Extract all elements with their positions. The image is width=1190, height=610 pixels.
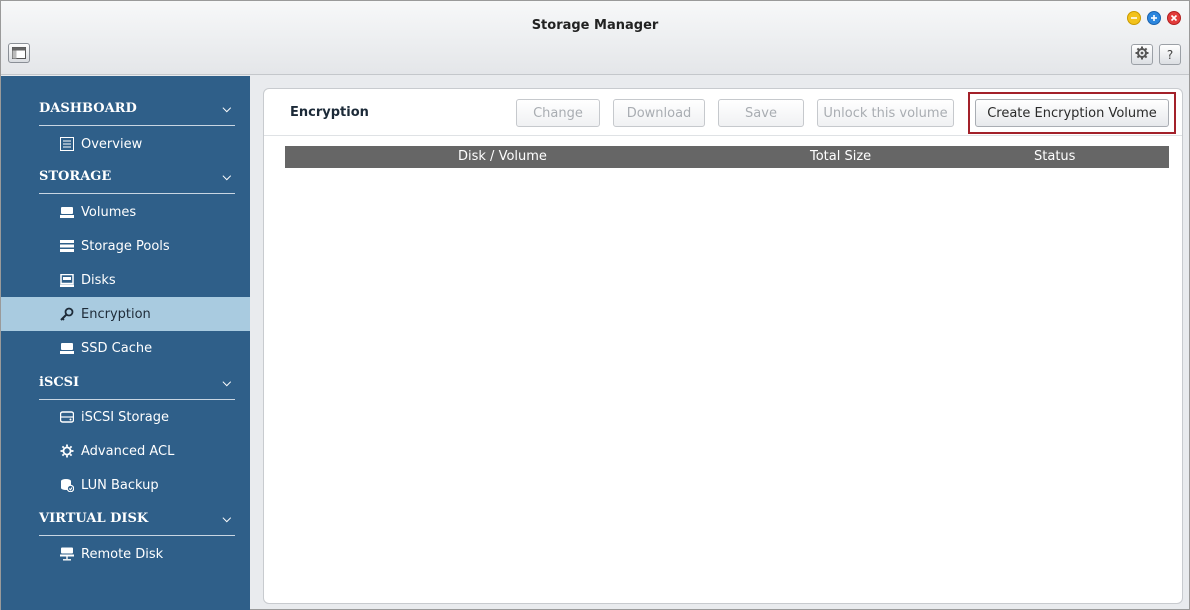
window-title: Storage Manager: [531, 18, 659, 33]
window-controls: [1127, 11, 1181, 25]
panel-header: Encryption Change Download Save Unlock t…: [264, 89, 1182, 136]
gear-icon: [1135, 46, 1149, 63]
section-storage[interactable]: STORAGE ⌵: [39, 160, 235, 194]
sidebar-item-label: Disks: [81, 272, 116, 288]
settings-button[interactable]: [1131, 44, 1153, 65]
panel-toggle-icon[interactable]: [8, 43, 30, 63]
section-iscsi[interactable]: iSCSI ⌵: [39, 366, 235, 400]
backup-icon: [59, 477, 75, 493]
iscsi-icon: [59, 409, 75, 425]
sidebar-item-label: Overview: [81, 136, 143, 152]
section-title: STORAGE: [39, 169, 112, 184]
sidebar-item-label: iSCSI Storage: [81, 409, 170, 425]
sidebar-item-storage-pools[interactable]: Storage Pools: [1, 229, 250, 263]
chevron-down-icon[interactable]: ⌵: [223, 376, 235, 390]
maximize-icon[interactable]: [1147, 11, 1161, 25]
remote-disk-icon: [59, 546, 75, 562]
sidebar-item-advanced-acl[interactable]: Advanced ACL: [1, 434, 250, 468]
sidebar-item-volumes[interactable]: Volumes: [1, 195, 250, 229]
sidebar: DASHBOARD ⌵ Overview STORAGE ⌵ Volumes S…: [1, 76, 250, 610]
unlock-volume-button[interactable]: Unlock this volume: [817, 99, 954, 127]
sidebar-item-label: SSD Cache: [81, 340, 153, 356]
sidebar-item-label: Volumes: [81, 204, 137, 220]
sidebar-item-encryption[interactable]: Encryption: [1, 297, 250, 331]
sidebar-item-remote-disk[interactable]: Remote Disk: [1, 537, 250, 571]
table-header: Disk / Volume Total Size Status: [285, 146, 1169, 168]
column-header-total-size[interactable]: Total Size: [810, 149, 871, 164]
gear-icon: [59, 443, 75, 459]
create-encryption-volume-button[interactable]: Create Encryption Volume: [975, 99, 1169, 127]
sidebar-item-disks[interactable]: Disks: [1, 263, 250, 297]
key-icon: [59, 306, 75, 322]
list-icon: [59, 136, 75, 152]
disk-icon: [59, 272, 75, 288]
sidebar-item-label: Remote Disk: [81, 546, 164, 562]
storage-manager-window: Storage Manager ? DASHBOARD ⌵ Overview S…: [0, 0, 1190, 610]
encryption-panel: Encryption Change Download Save Unlock t…: [263, 88, 1183, 604]
sidebar-item-iscsi-storage[interactable]: iSCSI Storage: [1, 400, 250, 434]
ssd-icon: [59, 340, 75, 356]
minimize-icon[interactable]: [1127, 11, 1141, 25]
section-dashboard[interactable]: DASHBOARD ⌵: [39, 92, 235, 126]
chevron-down-icon[interactable]: ⌵: [223, 170, 235, 184]
volume-icon: [59, 204, 75, 220]
sidebar-item-ssd-cache[interactable]: SSD Cache: [1, 331, 250, 365]
chevron-down-icon[interactable]: ⌵: [223, 512, 235, 526]
page-title: Encryption: [290, 105, 369, 120]
help-button[interactable]: ?: [1159, 44, 1181, 65]
column-header-status[interactable]: Status: [1034, 149, 1075, 164]
sidebar-item-label: Storage Pools: [81, 238, 170, 254]
section-title: VIRTUAL DISK: [39, 511, 149, 526]
save-button[interactable]: Save: [718, 99, 804, 127]
sidebar-item-overview[interactable]: Overview: [1, 127, 250, 161]
toolbar-buttons: ?: [1131, 44, 1181, 65]
pools-icon: [59, 238, 75, 254]
chevron-down-icon[interactable]: ⌵: [223, 102, 235, 116]
change-button[interactable]: Change: [516, 99, 600, 127]
title-bar: Storage Manager ?: [1, 1, 1189, 75]
close-icon[interactable]: [1167, 11, 1181, 25]
sidebar-item-lun-backup[interactable]: LUN Backup: [1, 468, 250, 502]
column-header-disk-volume[interactable]: Disk / Volume: [458, 149, 547, 164]
section-title: iSCSI: [39, 375, 80, 390]
sidebar-item-label: LUN Backup: [81, 477, 159, 493]
download-button[interactable]: Download: [613, 99, 705, 127]
sidebar-item-label: Encryption: [81, 306, 151, 322]
sidebar-item-label: Advanced ACL: [81, 443, 175, 459]
section-virtual-disk[interactable]: VIRTUAL DISK ⌵: [39, 502, 235, 536]
section-title: DASHBOARD: [39, 101, 137, 116]
